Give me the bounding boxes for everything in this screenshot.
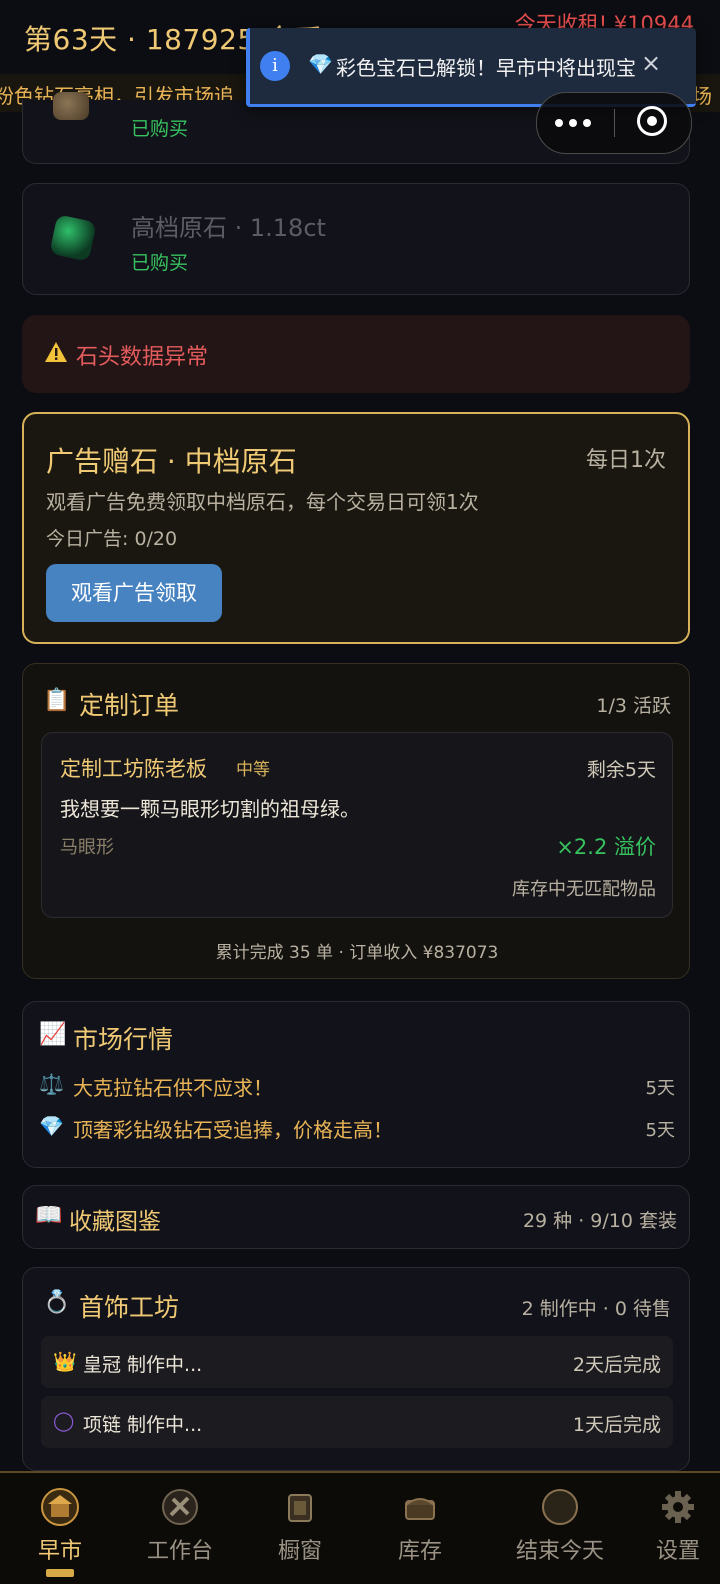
order-remaining: 剩余5天 — [586, 759, 656, 781]
market-trends-card: 📈 市场行情 ⚖️ 大克拉钻石供不应求！ 5天 💎 顶奢彩钻级钻石受追捧，价格走… — [22, 1001, 690, 1168]
necklace-icon: ◯ — [53, 1410, 75, 1432]
inventory-icon — [405, 1498, 435, 1520]
warning-icon — [45, 342, 67, 362]
workshop-title: 首饰工坊 — [79, 1293, 180, 1322]
workshop-item-text: 项链 制作中... — [83, 1414, 203, 1436]
market-trend-days: 5天 — [645, 1078, 675, 1099]
showcase-icon — [288, 1494, 312, 1522]
stone-status: 已购买 — [131, 118, 189, 140]
orders-active-count: 1/3 活跃 — [596, 695, 671, 717]
stone-status: 已购买 — [131, 252, 189, 274]
rough-stone-icon — [53, 92, 89, 120]
close-miniprogram-icon[interactable] — [637, 106, 667, 136]
stone-name: 高档原石 · 1.18ct — [131, 214, 326, 242]
book-icon: 📖 — [35, 1203, 63, 1228]
ad-offer-card: 广告赠石 · 中档原石 每日1次 观看广告免费领取中档原石，每个交易日可领1次 … — [22, 412, 690, 644]
ad-offer-limit: 每日1次 — [586, 448, 666, 473]
warning-banner: 石头数据异常 — [22, 315, 690, 393]
active-indicator — [46, 1569, 74, 1577]
workshop-item-eta: 2天后完成 — [572, 1354, 661, 1376]
nav-label: 库存 — [397, 1539, 442, 1564]
ad-offer-description: 观看广告免费领取中档原石，每个交易日可领1次 — [46, 490, 479, 514]
market-title: 市场行情 — [73, 1025, 174, 1054]
album-meta: 29 种 · 9/10 套装 — [522, 1210, 677, 1232]
clipboard-icon: 📋 — [43, 688, 71, 713]
nav-settings[interactable]: 设置 — [618, 1473, 720, 1584]
emerald-stone-icon — [49, 214, 97, 262]
toast-message: 彩色宝石已解锁！早市中将出现宝 — [336, 56, 636, 80]
watch-ad-button[interactable]: 观看广告领取 — [46, 564, 222, 622]
nav-label: 结束今天 — [515, 1539, 604, 1564]
nav-workbench[interactable]: 工作台 — [120, 1473, 240, 1584]
scale-icon: ⚖️ — [39, 1072, 64, 1096]
orders-summary: 累计完成 35 单 · 订单收入 ¥837073 — [215, 943, 499, 963]
bottom-nav: 早市 工作台 橱窗 库存 结束今天 设置 — [0, 1471, 720, 1584]
market-trend-item[interactable]: ⚖️ 大克拉钻石供不应求！ 5天 — [39, 1072, 675, 1102]
market-trend-item[interactable]: 💎 顶奢彩钻级钻石受追捧，价格走高！ 5天 — [39, 1114, 675, 1144]
miniprogram-capsule — [536, 92, 692, 154]
custom-orders-card: 📋 定制订单 1/3 活跃 定制工坊陈老板 中等 剩余5天 我想要一颗马眼形切割… — [22, 663, 690, 979]
nav-label: 设置 — [655, 1539, 700, 1564]
nav-label: 工作台 — [146, 1539, 213, 1564]
nav-inventory[interactable]: 库存 — [360, 1473, 480, 1584]
jewelry-workshop-card: 💍 首饰工坊 2 制作中 · 0 待售 👑 皇冠 制作中... 2天后完成 ◯ … — [22, 1267, 690, 1471]
market-trend-text: 顶奢彩钻级钻石受追捧，价格走高！ — [73, 1118, 393, 1142]
order-item[interactable]: 定制工坊陈老板 中等 剩余5天 我想要一颗马眼形切割的祖母绿。 马眼形 ×2.2… — [41, 732, 673, 918]
nav-showcase[interactable]: 橱窗 — [240, 1473, 360, 1584]
chart-up-icon: 📈 — [39, 1022, 67, 1047]
order-tier: 中等 — [236, 760, 270, 780]
crown-icon: 👑 — [53, 1351, 77, 1373]
info-icon: i — [260, 51, 290, 81]
album-title: 收藏图鉴 — [69, 1209, 161, 1235]
nav-label: 早市 — [37, 1539, 82, 1564]
workbench-icon — [162, 1489, 198, 1525]
gem-icon: 💎 — [308, 52, 333, 76]
ad-count: 今日广告: 0/20 — [46, 528, 178, 550]
close-icon[interactable]: × — [641, 49, 661, 77]
market-icon — [41, 1488, 79, 1526]
warning-text: 石头数据异常 — [76, 345, 209, 370]
ad-offer-title: 广告赠石 · 中档原石 — [46, 445, 297, 478]
orders-title: 定制订单 — [79, 691, 180, 720]
nav-market[interactable]: 早市 — [0, 1473, 120, 1584]
nav-end-day[interactable]: 结束今天 — [500, 1473, 620, 1584]
order-premium: ×2.2 溢价 — [556, 835, 656, 859]
order-message: 我想要一颗马眼形切割的祖母绿。 — [60, 797, 360, 821]
order-shape: 马眼形 — [60, 837, 114, 858]
order-customer: 定制工坊陈老板 — [60, 757, 207, 781]
workshop-item-text: 皇冠 制作中... — [83, 1354, 203, 1376]
workshop-item-eta: 1天后完成 — [572, 1414, 661, 1436]
workshop-item[interactable]: 👑 皇冠 制作中... 2天后完成 — [41, 1336, 673, 1388]
stone-card[interactable]: 高档原石 · 1.18ct 已购买 — [22, 183, 690, 295]
order-stock-status: 库存中无匹配物品 — [512, 879, 656, 900]
capsule-divider — [614, 109, 615, 137]
workshop-item[interactable]: ◯ 项链 制作中... 1天后完成 — [41, 1396, 673, 1448]
nav-label: 橱窗 — [277, 1539, 322, 1564]
ring-icon: 💍 — [43, 1290, 71, 1315]
workshop-meta: 2 制作中 · 0 待售 — [521, 1298, 671, 1320]
market-trend-days: 5天 — [645, 1120, 675, 1141]
gem-icon: 💎 — [39, 1114, 64, 1138]
collection-album-card[interactable]: 📖 收藏图鉴 29 种 · 9/10 套装 — [22, 1185, 690, 1249]
market-trend-text: 大克拉钻石供不应求！ — [73, 1076, 273, 1100]
gear-icon — [662, 1491, 694, 1523]
more-icon[interactable] — [555, 109, 595, 133]
end-day-icon — [542, 1489, 578, 1525]
